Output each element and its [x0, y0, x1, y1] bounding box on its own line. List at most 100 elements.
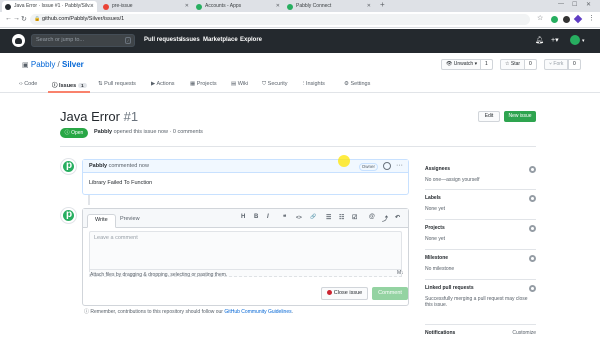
bulleted-list-icon[interactable]: ☰ [326, 214, 331, 221]
star-count[interactable]: 0 [524, 59, 537, 70]
url-text: github.com/Pabbly/Silver/issues/1 [42, 16, 125, 22]
sidebar-value[interactable]: No one—assign yourself [425, 177, 536, 183]
tab-label: Pull requests [104, 81, 136, 87]
nav-explore[interactable]: Explore [240, 37, 262, 43]
issue-title-text: Java Error [60, 109, 120, 124]
nav-marketplace[interactable]: Marketplace [203, 37, 238, 43]
window-close-icon[interactable]: ✕ [586, 1, 591, 8]
forward-icon[interactable]: → [13, 15, 20, 22]
mention-icon[interactable]: @ [369, 214, 375, 220]
nav-issues[interactable]: Issues [181, 37, 200, 43]
reload-icon[interactable]: ↻ [21, 15, 27, 23]
issue-title: Java Error #1 [60, 109, 138, 124]
guidelines-link[interactable]: GitHub Community Guidelines [224, 309, 291, 315]
back-icon[interactable]: ← [5, 15, 12, 22]
bell-icon[interactable]: 🔔︎ [535, 36, 544, 44]
browser-tab-pabbly-connect[interactable]: Pabbly Connect ✕ [284, 1, 374, 12]
repo-owner-link[interactable]: Pabbly [31, 60, 55, 69]
close-icon[interactable]: ✕ [185, 1, 189, 12]
avatar[interactable] [570, 35, 580, 45]
tab-issues[interactable]: ⓘ Issues 1 [52, 81, 87, 89]
gear-icon[interactable] [529, 166, 536, 173]
tab-wiki[interactable]: ▤ Wiki [231, 81, 248, 87]
emoji-reaction-icon[interactable] [383, 162, 391, 170]
tab-projects[interactable]: ▦ Projects [190, 81, 217, 87]
avatar[interactable] [60, 158, 77, 175]
bold-icon[interactable]: B [254, 214, 258, 220]
comment-author-link[interactable]: Pabbly [89, 163, 107, 169]
star-button[interactable]: ☆ Star [500, 59, 526, 70]
nav-pull-requests[interactable]: Pull requests [144, 37, 182, 43]
close-issue-button[interactable]: Close issue [321, 287, 368, 300]
task-list-icon[interactable]: ☑ [352, 214, 357, 221]
plus-dropdown-icon[interactable]: +▾ [551, 36, 559, 44]
extension-icon[interactable] [573, 14, 583, 24]
watch-count[interactable]: 1 [480, 59, 493, 70]
extension-icon[interactable] [563, 16, 570, 23]
comment-button[interactable]: Comment [372, 287, 408, 300]
divider [425, 279, 536, 280]
extension-icon[interactable] [551, 16, 558, 23]
gear-icon[interactable] [529, 255, 536, 262]
browser-tab-accounts[interactable]: Accounts - Apps ✕ [193, 1, 283, 12]
timeline-connector [88, 195, 90, 205]
customize-link[interactable]: Customize [512, 330, 536, 336]
browser-tab-pre-issue[interactable]: pre-issue ✕ [100, 1, 192, 12]
sidebar-value: None yet [425, 236, 446, 242]
repo-name-link[interactable]: Silver [62, 60, 84, 69]
tab-actions[interactable]: ▶ Actions [151, 81, 175, 87]
star-label: Star [510, 61, 521, 67]
numbered-list-icon[interactable]: ☷ [339, 214, 344, 221]
close-icon[interactable]: ✕ [276, 1, 280, 12]
tab-insights[interactable]: ⫶ Insights [303, 81, 325, 88]
heading-icon[interactable]: H [241, 214, 245, 220]
edit-button[interactable]: Edit [478, 111, 500, 122]
sidebar-label: Projects [425, 225, 445, 231]
tab-code[interactable]: ‹› Code [19, 81, 37, 87]
close-icon[interactable]: ✕ [367, 1, 371, 12]
search-input[interactable]: Search or jump to... / [31, 34, 135, 47]
tab-security[interactable]: ⛉ Security [262, 81, 288, 88]
tab-title: Pabbly Connect [296, 3, 332, 9]
reference-icon[interactable]: ⤴ [382, 214, 388, 223]
bookmark-star-icon[interactable]: ☆ [537, 14, 543, 22]
address-bar[interactable]: 🔒 github.com/Pabbly/Silver/issues/1 [30, 14, 530, 25]
author-link[interactable]: Pabbly [94, 129, 112, 135]
github-logo-icon[interactable] [12, 34, 25, 47]
project-icon: ▦ [190, 81, 196, 87]
fork-count[interactable]: 0 [568, 59, 581, 70]
gear-icon[interactable] [529, 285, 536, 292]
more-options-icon[interactable]: ··· [396, 160, 403, 171]
fork-button[interactable]: ⑂ Fork [544, 59, 569, 70]
italic-icon[interactable]: I [267, 214, 269, 220]
markdown-icon[interactable]: M↓ [397, 270, 404, 276]
quote-icon[interactable]: ❝ [283, 214, 286, 221]
tab-pull-requests[interactable]: ⇅ Pull requests [98, 81, 136, 87]
write-tab[interactable]: Write [87, 214, 116, 228]
gear-icon[interactable] [529, 195, 536, 202]
issue-meta: Pabbly opened this issue now · 0 comment… [94, 129, 203, 135]
reply-icon[interactable]: ↶ [395, 214, 400, 221]
minimize-icon[interactable]: — [558, 1, 564, 7]
chevron-down-icon[interactable]: ▾ [582, 38, 585, 44]
browser-tab-github-issue[interactable]: Java Error · Issue #1 · Pabbly/Silv... ✕ [2, 1, 97, 12]
comment-textarea[interactable]: Leave a comment [89, 231, 402, 269]
sidebar-value: No milestone [425, 266, 455, 272]
meta-text: opened this issue now · 0 comments [112, 129, 203, 135]
gear-icon[interactable] [529, 225, 536, 232]
code-icon[interactable]: <> [296, 215, 302, 221]
link-icon[interactable]: 🔗 [310, 214, 316, 220]
guidelines-end: . [291, 309, 293, 315]
tab-settings[interactable]: ⚙ Settings [344, 81, 370, 87]
unwatch-button[interactable]: 👁︎ Unwatch ▾ [441, 59, 483, 70]
maximize-icon[interactable]: ☐ [572, 1, 577, 8]
fork-label: Fork [553, 61, 564, 67]
tab-label: Security [267, 81, 288, 87]
avatar [60, 207, 77, 224]
preview-tab[interactable]: Preview [113, 214, 147, 228]
new-tab-button[interactable]: + [380, 0, 385, 9]
sidebar-label: Linked pull requests [425, 285, 474, 291]
menu-dots-icon[interactable]: ⋮ [588, 14, 595, 22]
close-icon[interactable]: ✕ [90, 1, 94, 12]
new-issue-button[interactable]: New issue [504, 111, 536, 122]
